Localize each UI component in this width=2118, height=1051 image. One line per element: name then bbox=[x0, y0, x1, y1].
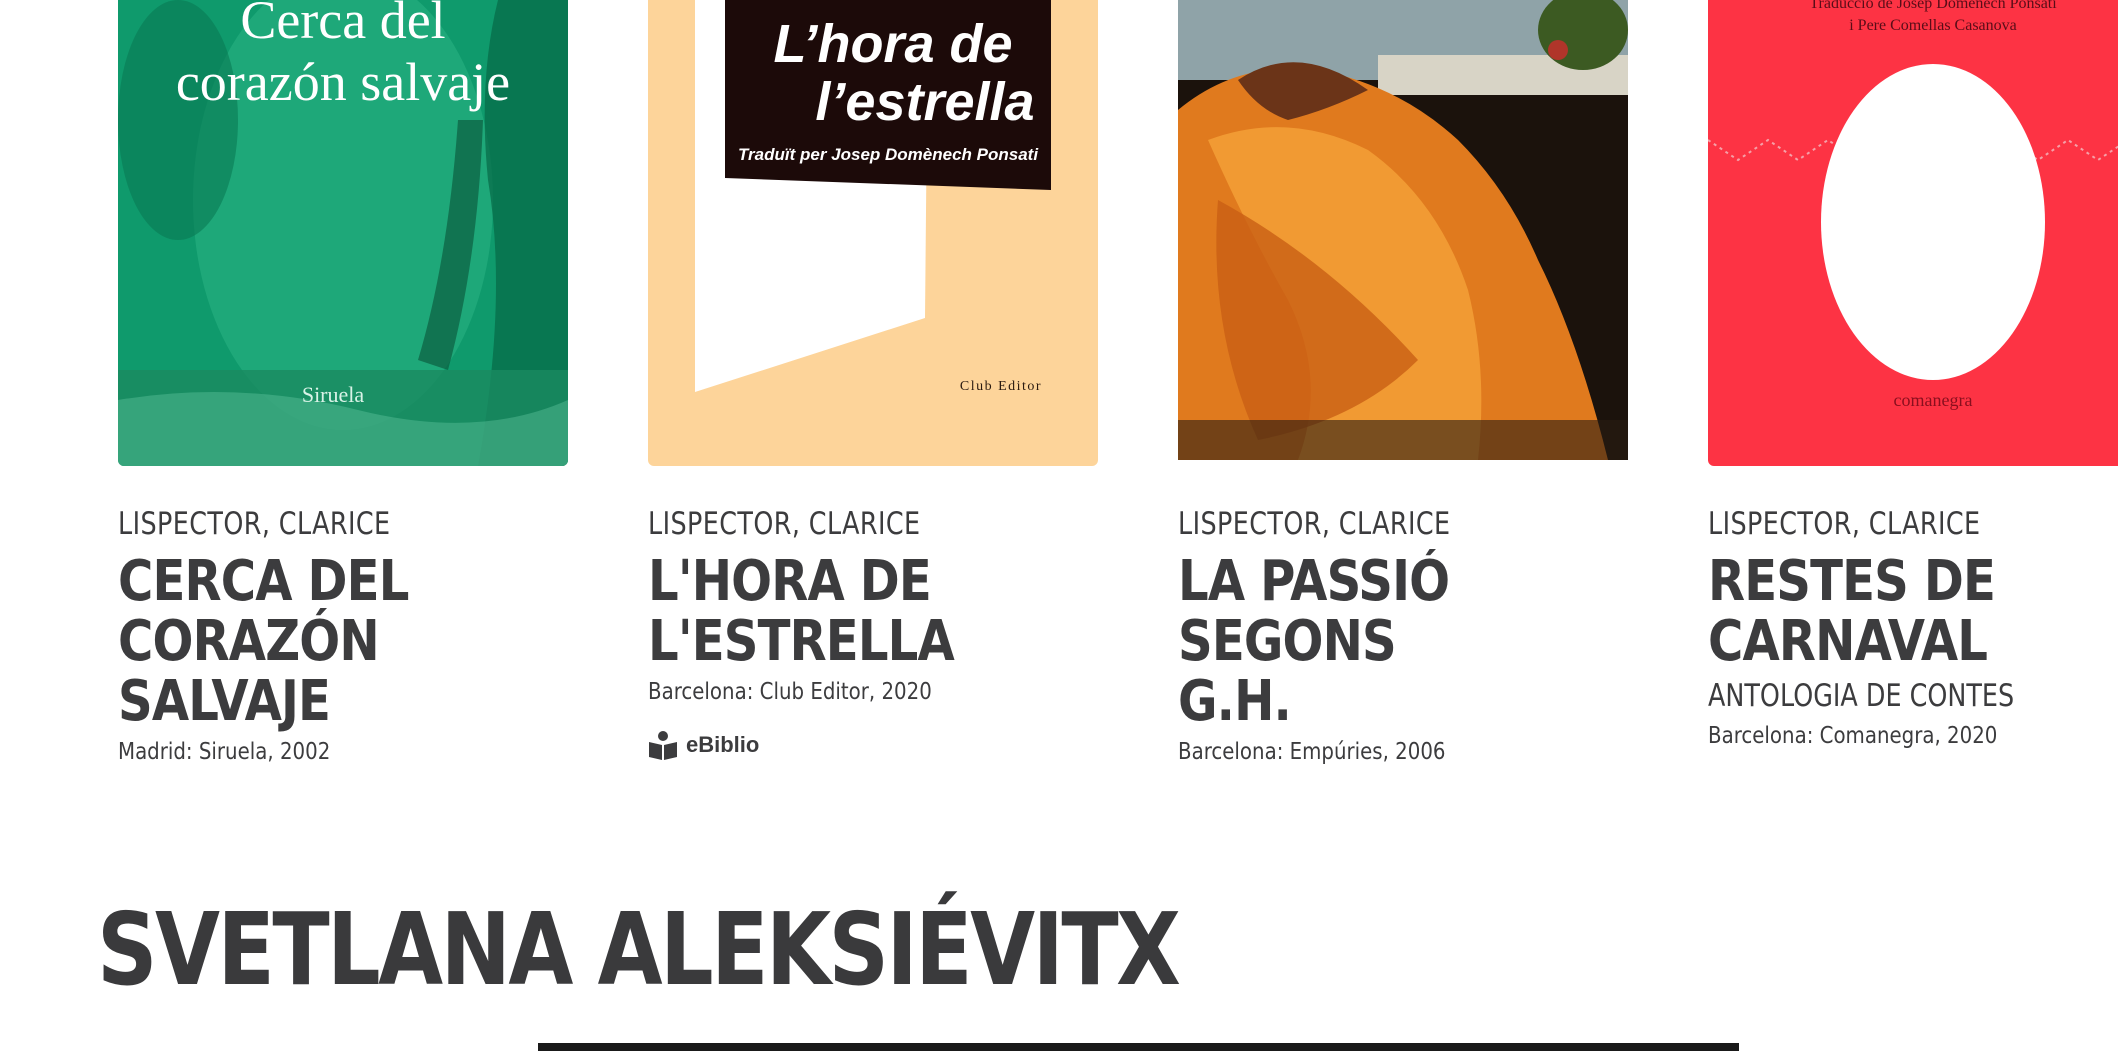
book-author: LISPECTOR, CLARICE bbox=[648, 506, 921, 542]
reading-person-icon bbox=[649, 731, 677, 760]
book-publication: Barcelona: Comanegra, 2020 bbox=[1708, 723, 1998, 749]
book-publication: Barcelona: Empúries, 2006 bbox=[1178, 739, 1446, 765]
cover-title: Cerca del bbox=[240, 0, 445, 50]
book-cover[interactable]: Traducció de Josep Domènech Ponsati i Pe… bbox=[1708, 0, 2118, 466]
author-photo bbox=[538, 1043, 1739, 1051]
cover-publisher: Siruela bbox=[302, 382, 365, 407]
book-title-line: RESTES DE bbox=[1708, 549, 1996, 614]
book-title[interactable]: RESTES DE CARNAVAL bbox=[1708, 552, 2118, 672]
book-cover[interactable] bbox=[1178, 0, 1628, 460]
book-title[interactable]: CERCA DEL CORAZÓN SALVAJE bbox=[118, 552, 582, 732]
book-title-line: L'HORA DE bbox=[648, 549, 932, 614]
cover-title: L’hora de bbox=[773, 14, 1012, 74]
cover-title: corazón salvaje bbox=[176, 52, 510, 112]
ebiblio-label: eBiblio bbox=[686, 732, 760, 757]
book-title-line: L'ESTRELLA bbox=[648, 609, 955, 674]
book-title[interactable]: L'HORA DE L'ESTRELLA bbox=[648, 552, 1112, 672]
cover-title: l’estrella bbox=[815, 72, 1034, 132]
book-title[interactable]: LA PASSIÓ SEGONS G.H. bbox=[1178, 552, 1642, 732]
book-author: LISPECTOR, CLARICE bbox=[118, 506, 391, 542]
cover-publisher: comanegra bbox=[1894, 390, 1973, 410]
cover-translator: Traducció de Josep Domènech Ponsati bbox=[1809, 0, 2057, 12]
cover-translator: i Pere Comellas Casanova bbox=[1849, 17, 2017, 34]
book-card[interactable]: L’hora de l’estrella Traduït per Josep D… bbox=[648, 0, 1098, 760]
book-author: LISPECTOR, CLARICE bbox=[1708, 506, 1981, 542]
book-cover[interactable]: Cerca del corazón salvaje Siruela bbox=[118, 0, 568, 466]
book-author: LISPECTOR, CLARICE bbox=[1178, 506, 1451, 542]
cover-translator: Traduït per Josep Domènech Ponsati bbox=[738, 145, 1039, 164]
book-title-line: CARNAVAL bbox=[1708, 609, 1988, 674]
book-subtitle: ANTOLOGIA DE CONTES bbox=[1708, 678, 2015, 714]
book-title-line: CERCA DEL bbox=[118, 549, 409, 614]
cover-image bbox=[1178, 0, 1628, 460]
cover-image: L’hora de l’estrella Traduït per Josep D… bbox=[648, 0, 1098, 466]
section-heading: SVETLANA ALEKSIÉVITX bbox=[97, 891, 1181, 1008]
cover-image: Cerca del corazón salvaje Siruela bbox=[118, 0, 568, 466]
book-publication: Barcelona: Club Editor, 2020 bbox=[648, 679, 932, 705]
book-card[interactable]: LISPECTOR, CLARICE LA PASSIÓ SEGONS G.H.… bbox=[1178, 0, 1628, 765]
book-publication: Madrid: Siruela, 2002 bbox=[118, 739, 331, 765]
ebiblio-badge[interactable]: eBiblio bbox=[648, 730, 1118, 760]
cover-publisher: Club Editor bbox=[960, 379, 1042, 394]
book-card[interactable]: Traducció de Josep Domènech Ponsati i Pe… bbox=[1708, 0, 2118, 749]
book-card[interactable]: Cerca del corazón salvaje Siruela LISPEC… bbox=[118, 0, 568, 765]
book-cover[interactable]: L’hora de l’estrella Traduït per Josep D… bbox=[648, 0, 1098, 466]
book-title-line: CORAZÓN SALVAJE bbox=[118, 609, 380, 734]
cover-image: Traducció de Josep Domènech Ponsati i Pe… bbox=[1708, 0, 2118, 466]
book-title-line: G.H. bbox=[1178, 669, 1292, 734]
book-title-line: LA PASSIÓ SEGONS bbox=[1178, 549, 1450, 674]
